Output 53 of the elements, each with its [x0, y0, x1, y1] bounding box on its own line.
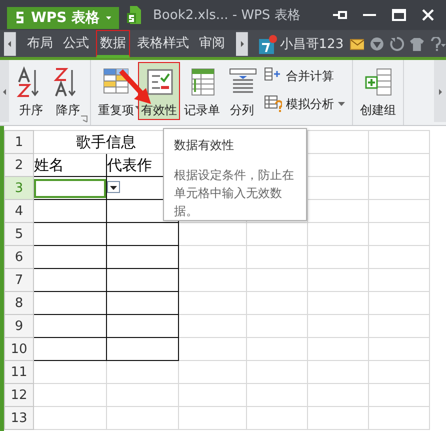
row-header[interactable]: 3 [4, 176, 34, 200]
shirt-icon[interactable] [410, 36, 424, 50]
row-header[interactable]: 12 [4, 384, 34, 406]
row-header[interactable]: 13 [4, 406, 34, 430]
table-cell: 姓名 [34, 156, 64, 174]
ribbon-button[interactable]: 合并计算 [261, 66, 348, 86]
ribbon-button[interactable]: 有效性 [138, 62, 180, 120]
ribbon-button[interactable]: 分列 [224, 62, 260, 120]
row-header[interactable]: 10 [4, 338, 34, 360]
table-question-icon [264, 95, 282, 113]
close-icon[interactable] [422, 9, 434, 21]
ribbon-tab[interactable]: 表格样式 [134, 30, 192, 58]
row-header[interactable]: 7 [4, 268, 34, 292]
ribbon-tab[interactable]: 布局 [24, 30, 56, 58]
scroll-left-icon[interactable] [4, 32, 16, 56]
ribbon-button[interactable]: 降序 [50, 62, 86, 120]
document-icon [127, 6, 141, 24]
app-menu-button[interactable]: WPS 表格 [7, 6, 119, 28]
caret-icon [106, 16, 111, 20]
mail-icon[interactable] [350, 36, 364, 50]
ribbon-button[interactable]: 记录单 [181, 62, 223, 120]
avatar-icon[interactable] [258, 34, 278, 54]
ribbon-tab[interactable]: 公式 [60, 30, 92, 58]
logo-icon [15, 9, 25, 26]
table-cell: 代表作 [107, 156, 152, 174]
ribbon-button[interactable]: 模拟分析 [261, 94, 348, 114]
pin-icon[interactable] [333, 9, 347, 21]
scroll-right-icon[interactable] [236, 32, 248, 56]
row-header[interactable]: 9 [4, 314, 34, 338]
ribbon-button[interactable]: 升序 [13, 62, 49, 120]
row-header[interactable]: 4 [4, 200, 34, 222]
window-title: Book2.xls... - WPS 表格 [153, 7, 300, 24]
pointer-arrow [118, 68, 154, 106]
group-icon [363, 66, 393, 98]
table-cell: 歌手信息 [76, 132, 136, 150]
row-header[interactable]: 8 [4, 292, 34, 314]
refresh-icon[interactable] [390, 36, 404, 50]
ribbon-tab[interactable]: 数据 [96, 30, 130, 58]
active-cell[interactable] [34, 178, 106, 198]
user-name[interactable]: 小昌哥123 [280, 34, 344, 52]
ribbon-button[interactable]: 创建组 [357, 62, 399, 120]
dropdown-button[interactable] [107, 181, 120, 193]
row-header[interactable]: 6 [4, 246, 34, 268]
dialog-launcher-icon[interactable] [80, 115, 88, 123]
row-header[interactable]: 5 [4, 222, 34, 246]
ribbon-tab[interactable]: 审阅 [196, 30, 228, 58]
row-header[interactable]: 2 [4, 154, 34, 176]
row-header[interactable]: 11 [4, 360, 34, 384]
help-icon[interactable] [430, 36, 446, 50]
tooltip-text: 根据设定条件，防止在单元格中输入无效数据。 [174, 167, 295, 220]
maximize-icon[interactable] [392, 9, 406, 21]
tooltip-title: 数据有效性 [174, 137, 235, 154]
row-header[interactable]: 1 [4, 130, 34, 154]
